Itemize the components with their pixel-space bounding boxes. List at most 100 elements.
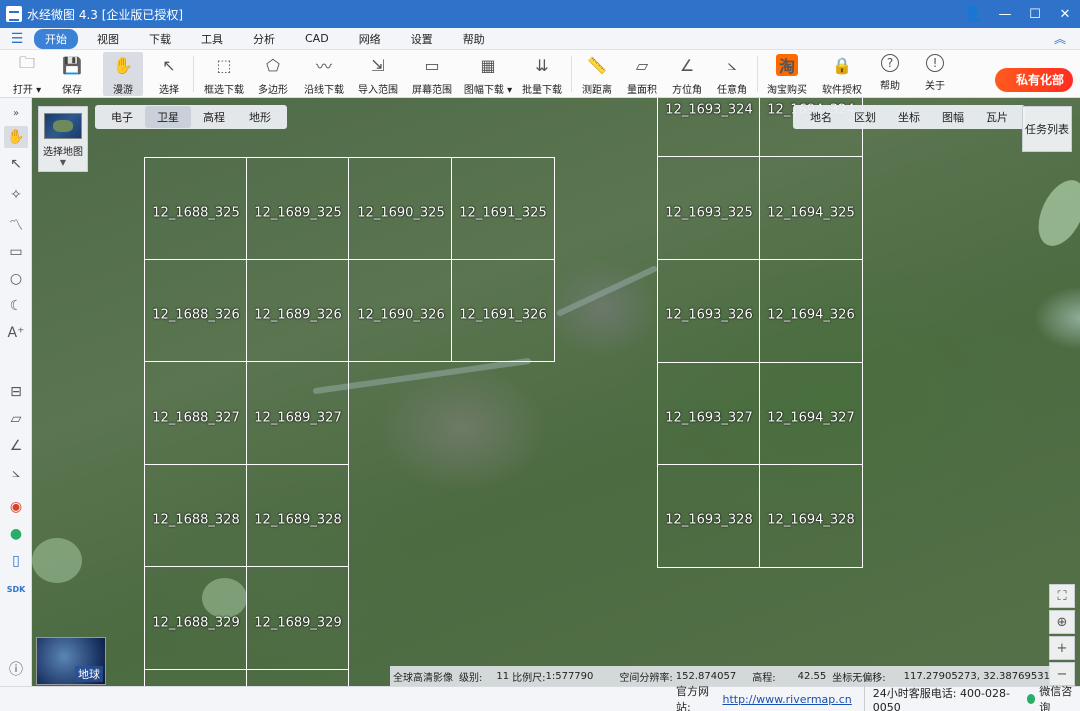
tile-label: 12_1688_327: [152, 410, 240, 426]
select-map-button[interactable]: 选择地图 ▼: [38, 106, 88, 172]
info-icon: !: [926, 54, 944, 72]
fullscreen-icon[interactable]: ⛶: [1049, 584, 1075, 608]
batch-download-button[interactable]: ⇊ 批量下载: [520, 52, 564, 97]
sdk-icon[interactable]: SDK: [4, 578, 28, 600]
save-icon: 💾: [62, 55, 82, 75]
layer-divisions[interactable]: 区划: [843, 106, 887, 128]
measure-distance-button[interactable]: 📏 测距离: [580, 52, 614, 97]
user-icon[interactable]: 👤: [956, 0, 990, 28]
support-phone: 24小时客服电话: 400-028-0050: [863, 684, 1013, 711]
coordinate-value: 117.27905273, 32.38769531: [903, 670, 1050, 682]
azimuth-icon: ∠: [679, 55, 695, 75]
ruler-icon[interactable]: ⊟: [4, 381, 28, 403]
layer-tiles[interactable]: 瓦片: [975, 106, 1019, 128]
wechat-consult-button[interactable]: 微信咨询: [1023, 681, 1080, 711]
tab-download[interactable]: 下载: [138, 29, 182, 49]
tab-view[interactable]: 视图: [86, 29, 130, 49]
polyline-icon[interactable]: 〽: [4, 214, 28, 236]
map-type-satellite[interactable]: 卫星: [145, 106, 191, 128]
hand-icon[interactable]: ✋: [4, 126, 28, 148]
zoom-in-button[interactable]: +: [1049, 636, 1075, 660]
azimuth-button[interactable]: ∠ 方位角: [670, 52, 704, 97]
layer-coordinates[interactable]: 坐标: [887, 106, 931, 128]
private-deployment-banner[interactable]: 私有化部: [995, 68, 1073, 92]
map-type-switcher: 电子 卫星 高程 地形: [95, 105, 287, 129]
title-bar: 水经微图 4.3 [企业版已授权] 👤 — ☐ ✕: [0, 0, 1080, 28]
wechat-label: 微信咨询: [1039, 685, 1073, 711]
tab-settings[interactable]: 设置: [400, 29, 444, 49]
taobao-buy-button[interactable]: 淘淘宝购买: [765, 52, 809, 96]
tile-label: 12_1693_326: [665, 307, 753, 323]
tile-label: 12_1693_324: [665, 102, 753, 118]
screen-range-button[interactable]: ▭ 屏幕范围: [410, 52, 454, 97]
tab-start[interactable]: 开始: [34, 28, 78, 49]
map-type-elevation[interactable]: 高程: [191, 106, 237, 128]
import-range-button[interactable]: ⇲ 导入范围: [356, 52, 400, 97]
pan-button[interactable]: ✋ 漫游: [103, 52, 143, 96]
tile-label: 12_1689_326: [254, 307, 342, 323]
task-list-button[interactable]: 任务列表: [1022, 106, 1072, 152]
help-button[interactable]: ? 帮助: [875, 52, 905, 96]
scale-label: 比例尺:: [512, 672, 546, 684]
link-icon[interactable]: ●: [4, 523, 28, 545]
close-button[interactable]: ✕: [1050, 0, 1080, 28]
polygon-download-button[interactable]: ⬠ 多边形: [256, 52, 290, 97]
tile-label: 12_1694_328: [767, 512, 855, 528]
elevation-value: 42.55: [797, 670, 827, 682]
polygon-download-icon: ⬠: [266, 55, 280, 75]
phone-icon[interactable]: ▯: [4, 550, 28, 572]
line-download-button[interactable]: 〰沿线下载: [302, 52, 346, 96]
ribbon-divider: [757, 56, 758, 92]
map-type-terrain[interactable]: 地形: [237, 106, 283, 128]
tab-tools[interactable]: 工具: [190, 29, 234, 49]
sheet-download-button[interactable]: ▦ 图幅下载 ▾: [463, 52, 513, 97]
plugin-icon[interactable]: ◉: [4, 496, 28, 518]
map-status-bar: 全球高清影像 级别: 11 比例尺: 1:577790 空间分辨率: 152.8…: [390, 666, 1050, 686]
circle-icon[interactable]: ○: [4, 268, 28, 290]
menu-bar: ☰ 开始 视图 下载 工具 分析 CAD 网络 设置 帮助 ︽: [0, 28, 1080, 50]
azimuth-icon[interactable]: ∠: [4, 435, 28, 457]
select-button[interactable]: ↖ 选择: [152, 52, 186, 97]
angle-icon[interactable]: ⦣: [4, 462, 28, 484]
hamburger-menu-icon[interactable]: ☰: [0, 31, 34, 47]
batch-download-icon: ⇊: [535, 55, 549, 75]
locate-icon[interactable]: ⊕: [1049, 610, 1075, 634]
map-type-electronic[interactable]: 电子: [99, 106, 145, 128]
about-button[interactable]: ! 关于: [920, 52, 950, 96]
website-link[interactable]: http://www.rivermap.cn: [722, 693, 851, 706]
tab-cad[interactable]: CAD: [294, 30, 340, 47]
ribbon-divider: [571, 56, 572, 92]
text-icon[interactable]: A⁺: [4, 322, 28, 344]
tab-help[interactable]: 帮助: [452, 29, 496, 49]
area-icon[interactable]: ▱: [4, 408, 28, 430]
map-view[interactable]: 12_1688_325 12_1689_325 12_1690_325 12_1…: [32, 98, 1080, 686]
help-icon[interactable]: ⓘ: [4, 658, 28, 680]
layer-sheets[interactable]: 图幅: [931, 106, 975, 128]
tile-label: 12_1688_326: [152, 307, 240, 323]
globe-minimap[interactable]: 地球: [36, 637, 106, 685]
box-download-button[interactable]: ⬚ 框选下载: [202, 52, 246, 97]
layer-place-names[interactable]: 地名: [799, 106, 843, 128]
marker-icon[interactable]: ✧: [4, 184, 28, 206]
screen-range-icon: ▭: [424, 55, 440, 75]
measure-distance-label: 测距离: [582, 85, 612, 96]
any-angle-button[interactable]: ⦣ 任意角: [715, 52, 749, 96]
imagery-source: 全球高清影像: [393, 672, 453, 684]
open-button[interactable]: 🗀 打开 ▾: [10, 52, 44, 97]
collapse-ribbon-icon[interactable]: ︽: [1054, 30, 1066, 47]
rectangle-icon[interactable]: ▭: [4, 241, 28, 263]
crescent-icon[interactable]: ☾: [4, 295, 28, 317]
level-label: 级别:: [459, 672, 483, 684]
minimize-button[interactable]: —: [990, 0, 1020, 28]
line-download-label: 沿线下载: [304, 85, 344, 96]
pointer-icon[interactable]: ↖: [4, 153, 28, 175]
measure-area-button[interactable]: ▱ 量面积: [625, 52, 659, 97]
measure-area-label: 量面积: [627, 85, 657, 96]
collapse-icon[interactable]: »: [4, 102, 28, 124]
tab-network[interactable]: 网络: [348, 29, 392, 49]
tab-analysis[interactable]: 分析: [242, 29, 286, 49]
layer-toggle-bar: 地名 区划 坐标 图幅 瓦片: [793, 105, 1025, 129]
maximize-button[interactable]: ☐: [1020, 0, 1050, 28]
license-button[interactable]: 🔒 软件授权: [820, 52, 864, 97]
save-button[interactable]: 💾 保存: [55, 52, 89, 97]
